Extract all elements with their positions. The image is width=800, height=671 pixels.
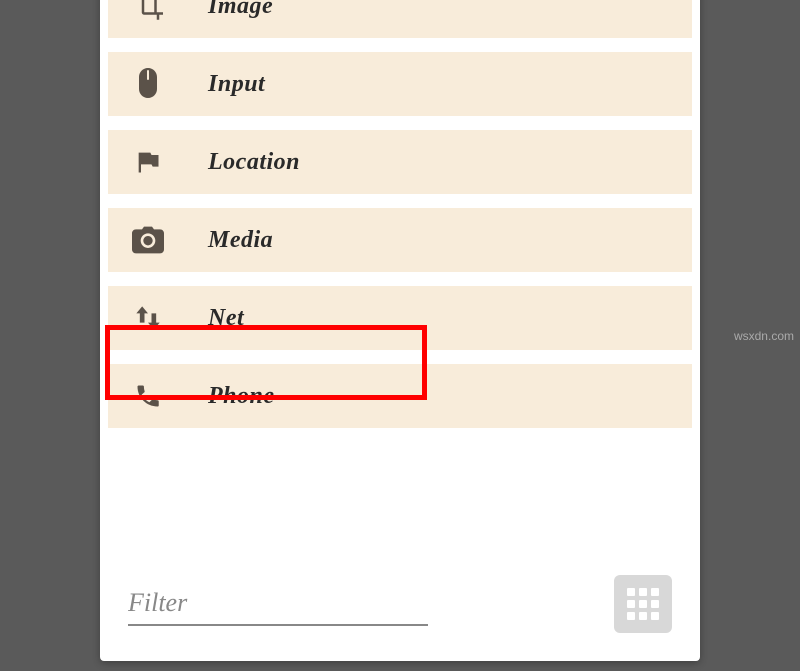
list-item-label: Image	[208, 0, 273, 20]
grid-view-button[interactable]	[614, 575, 672, 633]
flag-icon	[128, 146, 168, 178]
category-panel: Image Input Location Media Net	[100, 0, 700, 661]
list-item-label: Input	[208, 71, 265, 98]
list-item-phone[interactable]: Phone	[108, 364, 692, 428]
net-icon	[128, 302, 168, 334]
category-list: Image Input Location Media Net	[108, 0, 692, 428]
crop-icon	[128, 0, 168, 22]
phone-icon	[128, 380, 168, 412]
list-item-net[interactable]: Net	[108, 286, 692, 350]
list-item-label: Net	[208, 305, 244, 332]
list-item-input[interactable]: Input	[108, 52, 692, 116]
list-item-label: Phone	[208, 383, 275, 410]
mouse-icon	[128, 68, 168, 100]
grid-icon	[627, 588, 659, 620]
list-item-media[interactable]: Media	[108, 208, 692, 272]
watermark: wsxdn.com	[734, 329, 794, 343]
filter-input[interactable]	[128, 582, 428, 626]
footer-bar	[128, 575, 672, 633]
list-item-image[interactable]: Image	[108, 0, 692, 38]
camera-icon	[128, 224, 168, 256]
list-item-label: Media	[208, 227, 273, 254]
list-item-label: Location	[208, 149, 300, 176]
list-item-location[interactable]: Location	[108, 130, 692, 194]
